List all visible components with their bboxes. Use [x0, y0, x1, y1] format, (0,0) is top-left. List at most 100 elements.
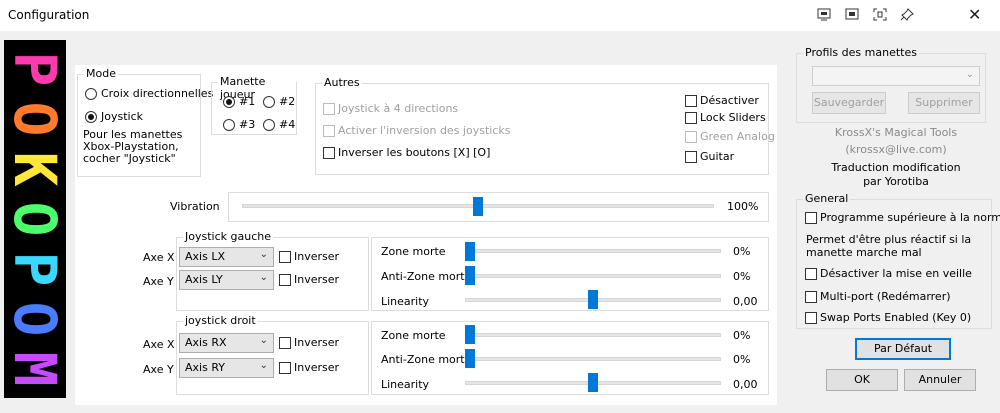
radio-joystick[interactable]: Joystick — [85, 110, 143, 123]
checkbox-icon — [805, 211, 817, 224]
translation-line-2: par Yorotiba — [863, 175, 929, 188]
radio-player-2[interactable]: #2 — [263, 95, 295, 108]
droit-inverser-y[interactable]: Inverser — [279, 361, 339, 374]
droit-linearity-value: 0,00 — [733, 378, 758, 391]
droit-axe-y-select[interactable]: Axis RY ⌄ — [179, 358, 274, 378]
droit-anti-zone-value: 0% — [733, 353, 751, 366]
gauche-inverser-y[interactable]: Inverser — [279, 273, 339, 286]
gauche-linearity-thumb[interactable] — [588, 290, 598, 309]
main-panel: Mode Croix directionnelles Joystick Pour… — [75, 65, 777, 405]
gauche-zone-morte-track[interactable] — [465, 249, 721, 253]
pin-icon[interactable] — [900, 8, 914, 21]
checkbox-desactiver-veille[interactable]: Désactiver la mise en veille — [805, 267, 972, 280]
gauche-anti-zone-track[interactable] — [465, 274, 721, 278]
checkbox-icon — [805, 267, 817, 280]
checkbox-icon — [685, 150, 697, 163]
radio-circle-icon — [85, 87, 97, 100]
radio-player-3[interactable]: #3 — [223, 118, 255, 131]
translation-line-1: Traduction modification — [831, 161, 961, 174]
vibration-label: Vibration — [170, 200, 220, 213]
droit-zone-morte-track[interactable] — [465, 333, 721, 337]
droit-anti-zone-thumb[interactable] — [465, 349, 475, 368]
radio-circle-icon — [223, 118, 235, 131]
par-defaut-button[interactable]: Par Défaut — [855, 338, 951, 360]
gauche-axe-y-label: Axe Y — [143, 275, 174, 288]
gauche-axe-y-select[interactable]: Axis LY ⌄ — [179, 270, 274, 290]
joystick-gauche-title: Joystick gauche — [183, 230, 273, 243]
gauche-axe-x-select[interactable]: Axis LX ⌄ — [179, 247, 274, 267]
gauche-zone-morte-label: Zone morte — [381, 245, 446, 258]
radio-croix[interactable]: Croix directionnelles — [85, 87, 213, 100]
checkbox-icon — [323, 146, 335, 159]
checkbox-icon — [805, 290, 817, 303]
checkbox-green-analog[interactable]: Green Analog — [685, 130, 775, 143]
checkbox-multi-port[interactable]: Multi-port (Redémarrer) — [805, 290, 951, 303]
monitor-icon[interactable] — [817, 8, 831, 21]
droit-linearity-thumb[interactable] — [588, 373, 598, 392]
gauche-zone-morte-value: 0% — [733, 245, 751, 258]
permet-note: Permet d'être plus réactif si la manette… — [806, 233, 972, 259]
droit-axe-x-label: Axe X — [143, 338, 175, 351]
chevron-down-icon: ⌄ — [259, 249, 268, 260]
gauche-anti-zone-label: Anti-Zone morte — [381, 270, 472, 283]
close-icon[interactable]: ✕ — [968, 5, 981, 24]
credit-line-2: (krossx@live.com) — [845, 143, 947, 156]
vibration-slider-thumb[interactable] — [473, 197, 483, 216]
gauche-anti-zone-value: 0% — [733, 270, 751, 283]
checkbox-icon — [685, 130, 697, 143]
annuler-button[interactable]: Annuler — [904, 369, 976, 391]
credit-line-1: KrossX's Magical Tools — [834, 126, 958, 139]
droit-zone-morte-value: 0% — [733, 329, 751, 342]
checkbox-icon — [323, 102, 335, 115]
joystick-droit-title: joystick droit — [183, 314, 258, 327]
checkbox-desactiver[interactable]: Désactiver — [685, 94, 759, 107]
radio-player-4[interactable]: #4 — [263, 118, 295, 131]
checkbox-icon — [323, 124, 335, 137]
radio-circle-icon — [263, 118, 275, 131]
radio-circle-icon — [263, 95, 275, 108]
profils-select[interactable]: ⌄ — [812, 66, 980, 86]
droit-anti-zone-track[interactable] — [465, 357, 721, 361]
supprimer-button[interactable]: Supprimer — [908, 92, 980, 114]
checkbox-icon — [279, 336, 291, 349]
checkbox-icon — [279, 361, 291, 374]
general-title: General — [803, 192, 851, 205]
gauche-linearity-label: Linearity — [381, 295, 430, 308]
ok-button[interactable]: OK — [826, 369, 898, 391]
mode-title: Mode — [84, 67, 118, 80]
checkbox-inverser-boutons[interactable]: Inverser les boutons [X] [O] — [323, 146, 490, 159]
checkbox-swap-ports[interactable]: Swap Ports Enabled (Key 0) — [805, 311, 971, 324]
checkbox-icon — [685, 94, 697, 107]
chevron-down-icon: ⌄ — [259, 335, 268, 346]
droit-zone-morte-thumb[interactable] — [465, 325, 475, 344]
chevron-down-icon: ⌄ — [259, 360, 268, 371]
capture-icon[interactable] — [873, 8, 887, 21]
droit-axe-y-label: Axe Y — [143, 363, 174, 376]
gauche-linearity-value: 0,00 — [733, 295, 758, 308]
droit-anti-zone-label: Anti-Zone morte — [381, 353, 472, 366]
pokopom-logo: P O K O P O M — [1, 40, 69, 398]
profils-title: Profils des manettes — [803, 46, 919, 59]
checkbox-programme-superieure[interactable]: Programme supérieure à la normale — [805, 211, 1000, 224]
gauche-anti-zone-thumb[interactable] — [465, 266, 475, 285]
droit-inverser-x[interactable]: Inverser — [279, 336, 339, 349]
mode-note: Pour les manettes Xbox-Playstation, coch… — [83, 128, 183, 165]
gauche-inverser-x[interactable]: Inverser — [279, 250, 339, 263]
chevron-down-icon: ⌄ — [259, 272, 268, 283]
checkbox-lock-sliders[interactable]: Lock Sliders — [685, 111, 766, 124]
window-title: Configuration — [8, 8, 90, 22]
droit-axe-x-select[interactable]: Axis RX ⌄ — [179, 333, 274, 353]
checkbox-guitar[interactable]: Guitar — [685, 150, 734, 163]
checkbox-icon — [279, 273, 291, 286]
radio-player-1[interactable]: #1 — [223, 95, 255, 108]
droit-zone-morte-label: Zone morte — [381, 329, 446, 342]
gauche-axe-x-label: Axe X — [143, 251, 175, 264]
droit-linearity-label: Linearity — [381, 378, 430, 391]
sauvegarder-button[interactable]: Sauvegarder — [812, 92, 886, 114]
checkbox-icon — [279, 250, 291, 263]
checkbox-activer-inversion[interactable]: Activer l'inversion des joysticks — [323, 124, 510, 137]
gauche-zone-morte-thumb[interactable] — [465, 242, 475, 261]
autres-title: Autres — [322, 76, 362, 89]
checkbox-joystick-4-directions[interactable]: Joystick à 4 directions — [323, 102, 458, 115]
window-icon[interactable] — [845, 8, 859, 21]
